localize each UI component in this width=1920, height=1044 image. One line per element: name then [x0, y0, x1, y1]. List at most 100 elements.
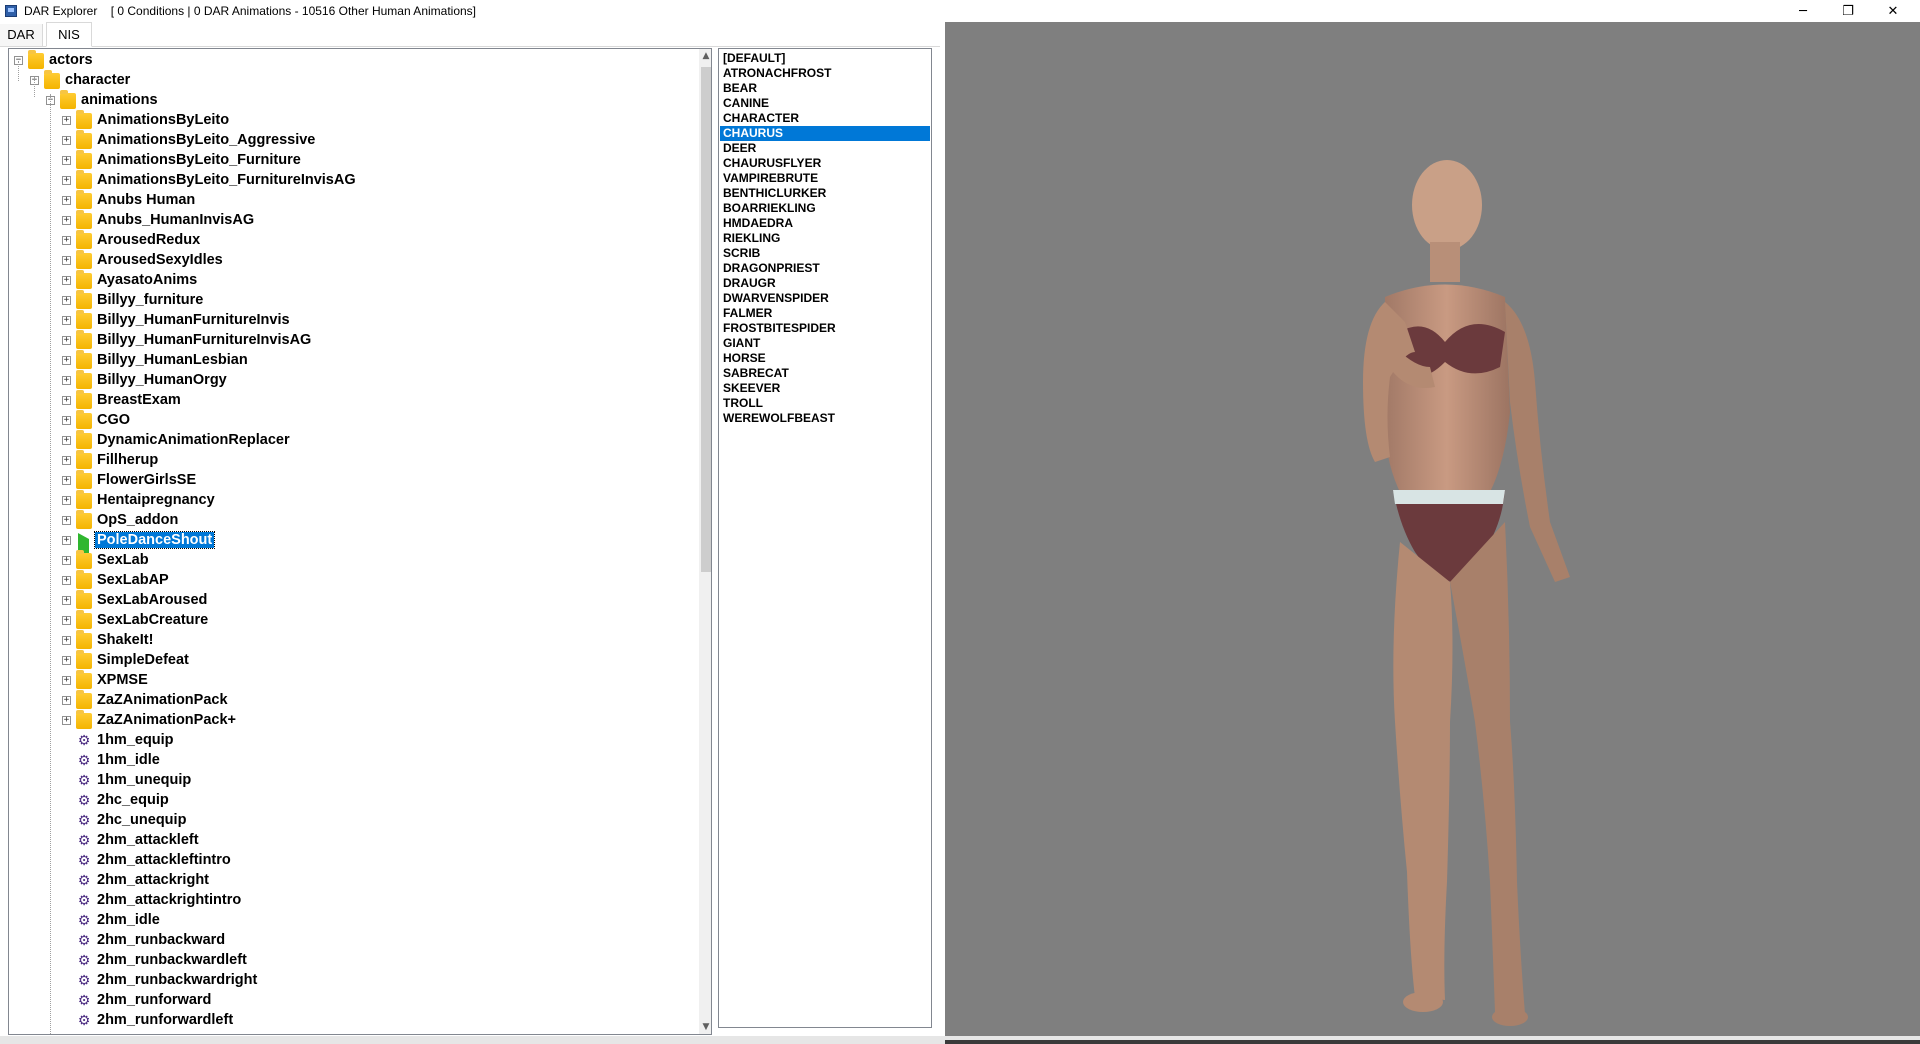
tree-file-item[interactable]: ⚙ 2hm_attackright — [9, 871, 693, 891]
creature-list-item[interactable]: [DEFAULT] — [720, 51, 930, 66]
tree-folder-item[interactable]: + DynamicAnimationReplacer — [9, 430, 693, 451]
creature-list-item[interactable]: HMDAEDRA — [720, 216, 930, 231]
expander-icon[interactable]: + — [62, 376, 71, 385]
expander-icon[interactable]: + — [62, 216, 71, 225]
tree-node-actors[interactable]: − actors — [9, 50, 693, 71]
expander-icon[interactable]: + — [62, 296, 71, 305]
tree-folder-item[interactable]: + Hentaipregnancy — [9, 490, 693, 511]
tree-folder-item[interactable]: + ZaZAnimationPack — [9, 690, 693, 711]
tree-folder-item[interactable]: + XPMSE — [9, 670, 693, 691]
creature-list[interactable]: [DEFAULT] ATRONACHFROST BEAR CANINE CHARACTE… — [718, 48, 932, 1028]
tree-file-item[interactable]: ⚙ 2hm_runbackwardleft — [9, 951, 693, 971]
tree-folder-item[interactable]: + PoleDanceShout — [9, 531, 693, 561]
expander-icon[interactable]: + — [62, 456, 71, 465]
tree-node-character[interactable]: − character — [9, 70, 693, 91]
expander-icon[interactable]: + — [62, 476, 71, 485]
tree-folder-item[interactable]: + AnimationsByLeito_Furniture — [9, 150, 693, 171]
expander-icon[interactable]: + — [62, 176, 71, 185]
expander-icon[interactable]: + — [62, 556, 71, 565]
expander-icon[interactable]: + — [62, 116, 71, 125]
creature-list-item[interactable]: SKEEVER — [720, 381, 930, 396]
expander-icon[interactable]: + — [62, 676, 71, 685]
scroll-thumb[interactable] — [701, 67, 711, 572]
creature-list-item[interactable]: FALMER — [720, 306, 930, 321]
tree-folder-item[interactable]: + ShakeIt! — [9, 630, 693, 651]
creature-list-item[interactable]: BEAR — [720, 81, 930, 96]
expander-icon[interactable]: + — [62, 136, 71, 145]
creature-list-item[interactable]: HORSE — [720, 351, 930, 366]
restore-button[interactable]: ❐ — [1825, 0, 1871, 22]
creature-list-item[interactable]: VAMPIREBRUTE — [720, 171, 930, 186]
tab-nis[interactable]: NIS — [46, 22, 92, 47]
expander-icon[interactable]: + — [62, 236, 71, 245]
creature-list-item[interactable]: BOARRIEKLING — [720, 201, 930, 216]
tree-folder-item[interactable]: + Fillherup — [9, 450, 693, 471]
expander-icon[interactable]: + — [62, 616, 71, 625]
scroll-down-icon[interactable]: ▼ — [699, 1020, 711, 1034]
tree-folder-item[interactable]: + AnimationsByLeito_Aggressive — [9, 130, 693, 151]
tree-folder-item[interactable]: + Billyy_HumanOrgy — [9, 370, 693, 391]
expander-icon[interactable]: + — [62, 536, 71, 545]
tree-file-item[interactable]: ⚙ 1hm_equip — [9, 731, 693, 751]
tree-folder-item[interactable]: + SexLab — [9, 550, 693, 571]
tree-file-item[interactable]: ⚙ 2hm_runbackwardright — [9, 971, 693, 991]
expander-icon[interactable]: + — [62, 156, 71, 165]
expander-icon[interactable]: + — [62, 716, 71, 725]
expander-icon[interactable]: + — [62, 356, 71, 365]
tree-file-item[interactable]: ⚙ 1hm_unequip — [9, 771, 693, 791]
tree-folder-item[interactable]: + AnimationsByLeito — [9, 110, 693, 131]
expander-icon[interactable]: + — [62, 696, 71, 705]
tree-folder-item[interactable]: + Billyy_HumanFurnitureInvisAG — [9, 330, 693, 351]
expander-icon[interactable]: + — [62, 436, 71, 445]
expander-icon[interactable]: + — [62, 196, 71, 205]
tree-scrollbar[interactable]: ▲ ▼ — [699, 49, 711, 1034]
tree-file-item[interactable]: ⚙ 2hm_runbackward — [9, 931, 693, 951]
minimize-button[interactable]: ─ — [1780, 0, 1826, 22]
tree-folder-item[interactable]: + ArousedRedux — [9, 230, 693, 251]
tree-folder-item[interactable]: + OpS_addon — [9, 510, 693, 531]
expander-icon[interactable]: + — [62, 396, 71, 405]
expander-icon[interactable]: + — [62, 256, 71, 265]
tree-folder-item[interactable]: + FlowerGirlsSE — [9, 470, 693, 491]
tree-folder-item[interactable]: + AnimationsByLeito_FurnitureInvisAG — [9, 170, 693, 191]
tree-folder-item[interactable]: + Anubs Human — [9, 190, 693, 211]
expander-icon[interactable]: + — [62, 516, 71, 525]
creature-list-item[interactable]: DEER — [720, 141, 930, 156]
tree-folder-item[interactable]: + ArousedSexyIdles — [9, 250, 693, 271]
tree-node-animations[interactable]: − animations — [9, 90, 693, 111]
creature-list-item[interactable]: WEREWOLFBEAST — [720, 411, 930, 426]
expander-icon[interactable]: + — [62, 636, 71, 645]
creature-list-item[interactable]: DWARVENSPIDER — [720, 291, 930, 306]
close-button[interactable]: ✕ — [1870, 0, 1916, 22]
creature-list-item[interactable]: FROSTBITESPIDER — [720, 321, 930, 336]
creature-list-item[interactable]: DRAGONPRIEST — [720, 261, 930, 276]
creature-list-item[interactable]: SCRIB — [720, 246, 930, 261]
tab-dar[interactable]: DAR — [0, 24, 43, 46]
expander-icon[interactable]: + — [62, 596, 71, 605]
tree-file-item[interactable]: ⚙ 1hm_idle — [9, 751, 693, 771]
tree-folder-item[interactable]: + Billyy_HumanFurnitureInvis — [9, 310, 693, 331]
tree-file-item[interactable]: ⚙ 2hm_attackrightintro — [9, 891, 693, 911]
creature-list-item[interactable]: CANINE — [720, 96, 930, 111]
tree-folder-item[interactable]: + Billyy_HumanLesbian — [9, 350, 693, 371]
expander-icon[interactable]: + — [62, 496, 71, 505]
expander-icon[interactable]: + — [62, 336, 71, 345]
expander-icon[interactable]: + — [62, 576, 71, 585]
tree-file-item[interactable]: ⚙ 2hm_idle — [9, 911, 693, 931]
expander-icon[interactable]: + — [62, 656, 71, 665]
expander-icon[interactable]: + — [62, 276, 71, 285]
model-viewport[interactable] — [945, 22, 1920, 1036]
tree-folder-item[interactable]: + AyasatoAnims — [9, 270, 693, 291]
creature-list-item[interactable]: ATRONACHFROST — [720, 66, 930, 81]
tree-file-item[interactable]: ⚙ 2hc_equip — [9, 791, 693, 811]
creature-list-item[interactable]: CHAURUS — [720, 126, 930, 141]
creature-list-item[interactable]: BENTHICLURKER — [720, 186, 930, 201]
creature-list-item[interactable]: SABRECAT — [720, 366, 930, 381]
tree-file-item[interactable]: ⚙ 2hm_runforwardleft — [9, 1011, 693, 1031]
tree-folder-item[interactable]: + SexLabAroused — [9, 590, 693, 611]
creature-list-item[interactable]: GIANT — [720, 336, 930, 351]
animation-tree[interactable]: − actors − character − animations + AnimationsB… — [8, 48, 712, 1035]
tree-file-item[interactable]: ⚙ 2hm_attackleft — [9, 831, 693, 851]
tree-folder-item[interactable]: + SexLabCreature — [9, 610, 693, 631]
tree-folder-item[interactable]: + Anubs_HumanInvisAG — [9, 210, 693, 231]
